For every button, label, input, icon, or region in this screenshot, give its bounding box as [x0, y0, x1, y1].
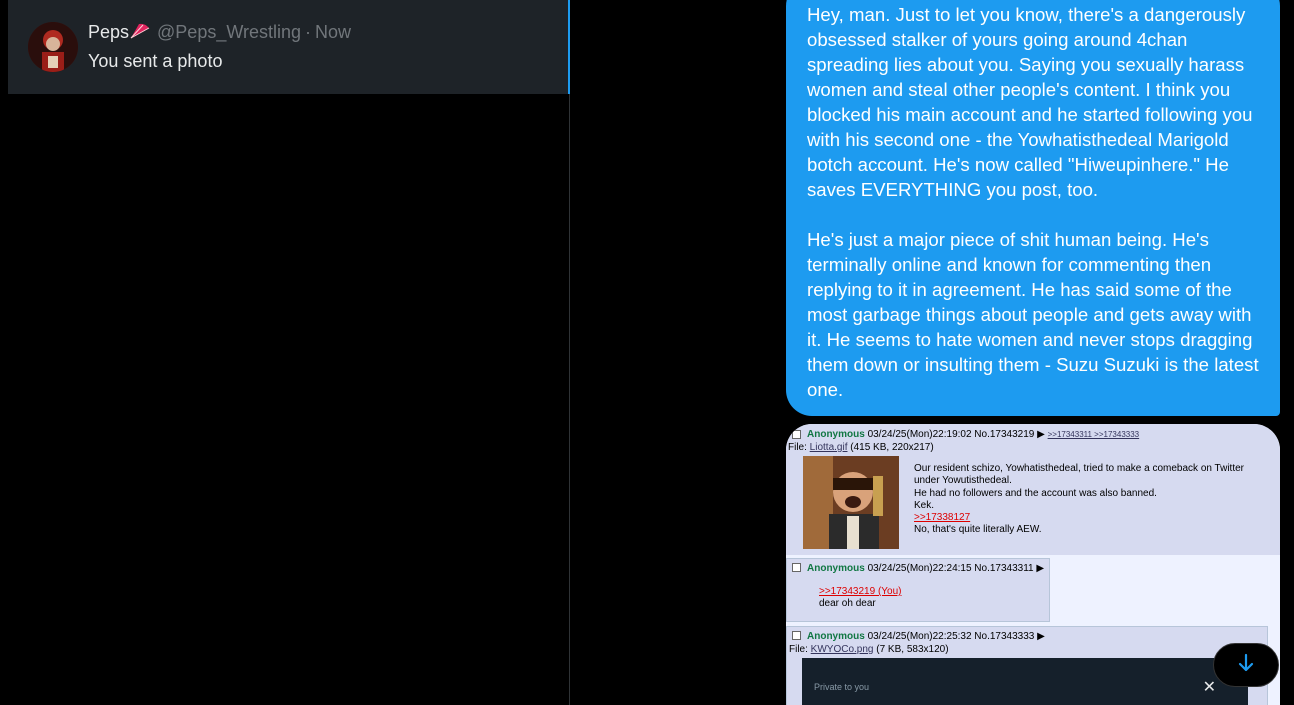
post-meta: 03/24/25(Mon)22:25:32 No.17343333 ▶	[867, 631, 1045, 642]
conversation-list: Peps @Peps_Wrestling · Now You sent a photo	[8, 0, 570, 705]
file-label: File:	[789, 644, 811, 655]
separator-dot: ·	[305, 22, 312, 42]
last-message-preview: You sent a photo	[88, 51, 223, 71]
post-line: Kek.	[914, 500, 935, 511]
post-line: Our resident schizo, Yowhatisthedeal, tr…	[914, 463, 1244, 474]
file-label: File:	[788, 442, 810, 453]
display-name: Peps	[88, 22, 130, 42]
post-line: No, that's quite literally AEW.	[914, 524, 1042, 535]
forum-post: Anonymous 03/24/25(Mon)22:19:02 No.17343…	[786, 424, 1280, 555]
post-checkbox	[792, 631, 801, 640]
post-header: Anonymous 03/24/25(Mon)22:25:32 No.17343…	[807, 631, 1045, 642]
sent-message-bubble[interactable]: Hey, man. Just to let you know, there's …	[786, 0, 1280, 416]
post-header: Anonymous 03/24/25(Mon)22:19:02 No.17343…	[807, 429, 1139, 440]
poster-name: Anonymous	[807, 429, 865, 440]
post-thumbnail	[803, 456, 899, 549]
scroll-to-bottom-button[interactable]	[1213, 643, 1279, 687]
message-paragraph: Hey, man. Just to let you know, there's …	[807, 4, 1253, 200]
file-details: (7 KB, 583x120)	[876, 644, 949, 655]
post-checkbox	[792, 430, 801, 439]
post-line: under Yowutisthedeal.	[914, 475, 1012, 486]
embedded-tweet-screenshot: Private to you ✕	[802, 658, 1248, 705]
post-checkbox	[792, 563, 801, 572]
message-paragraph: He's just a major piece of shit human be…	[807, 229, 1259, 400]
forum-post: Anonymous 03/24/25(Mon)22:24:15 No.17343…	[786, 558, 1050, 622]
conversation-item-peps[interactable]: Peps @Peps_Wrestling · Now You sent a photo	[8, 0, 570, 94]
file-info: File: KWYOCo.png (7 KB, 583x120)	[789, 644, 949, 655]
conversation-header: Peps @Peps_Wrestling · Now	[88, 22, 351, 43]
post-line: dear oh dear	[819, 598, 876, 609]
post-meta: 03/24/25(Mon)22:19:02 No.17343219 ▶	[867, 429, 1045, 440]
user-handle: @Peps_Wrestling	[157, 22, 302, 42]
arrow-down-icon	[1236, 653, 1256, 677]
post-replies: >>17343311 >>17343333	[1047, 430, 1140, 439]
file-link: Liotta.gif	[809, 442, 848, 453]
close-icon: ✕	[1202, 677, 1216, 696]
quote-link: >>17338127	[914, 512, 971, 523]
post-meta: 03/24/25(Mon)22:24:15 No.17343311 ▶	[867, 563, 1045, 574]
file-info: File: Liotta.gif (415 KB, 220x217)	[788, 442, 934, 453]
file-details: (415 KB, 220x217)	[850, 442, 934, 453]
post-line: He had no followers and the account was …	[914, 488, 1157, 499]
poster-name: Anonymous	[807, 563, 865, 574]
sent-photo[interactable]: Anonymous 03/24/25(Mon)22:19:02 No.17343…	[786, 424, 1280, 705]
chat-pane: Hey, man. Just to let you know, there's …	[571, 0, 1294, 705]
poster-name: Anonymous	[807, 631, 865, 642]
fan-emoji-icon	[129, 22, 151, 40]
post-header: Anonymous 03/24/25(Mon)22:24:15 No.17343…	[807, 563, 1044, 574]
private-label: Private to you	[814, 682, 870, 692]
file-link: KWYOCo.png	[810, 644, 874, 655]
timestamp: Now	[315, 22, 352, 42]
quote-link: >>17343219 (You)	[819, 586, 902, 597]
avatar[interactable]	[28, 22, 78, 72]
